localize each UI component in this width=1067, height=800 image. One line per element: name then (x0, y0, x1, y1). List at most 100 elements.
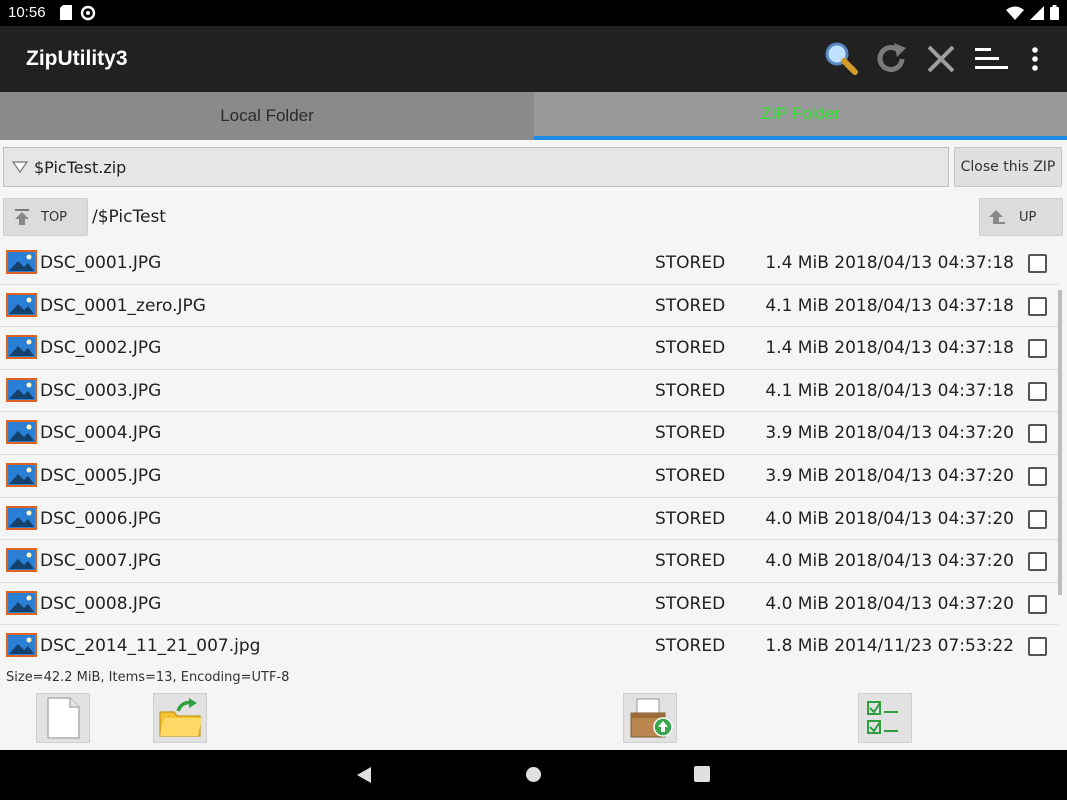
file-method: STORED (655, 508, 726, 529)
blank-document-icon (46, 697, 80, 739)
zip-file-name: $PicTest.zip (34, 157, 127, 177)
list-scrollbar[interactable] (1058, 290, 1062, 595)
list-item[interactable]: DSC_0003.JPG STORED 4.1 MiB 2018/04/13 0… (0, 370, 1058, 413)
list-item[interactable]: DSC_0006.JPG STORED 4.0 MiB 2018/04/13 0… (0, 498, 1058, 541)
file-checkbox[interactable] (1028, 254, 1047, 273)
file-name: DSC_0002.JPG (40, 338, 162, 359)
file-checkbox[interactable] (1028, 552, 1047, 572)
file-info: 4.0 MiB 2018/04/13 04:37:20 (765, 593, 1014, 614)
arrow-to-top-icon (14, 209, 30, 225)
file-name: DSC_0001.JPG (40, 253, 162, 273)
app-title: ZipUtility3 (26, 47, 128, 70)
file-checkbox[interactable] (1028, 594, 1047, 614)
status-bar: 10:56 (0, 0, 1067, 26)
file-list: DSC_0001.JPG STORED 1.4 MiB 2018/04/13 0… (0, 242, 1058, 668)
recents-icon[interactable] (694, 766, 710, 786)
status-time: 10:56 (8, 4, 46, 21)
tab-local-folder[interactable]: Local Folder (0, 92, 534, 140)
image-file-icon (6, 335, 37, 360)
image-file-icon (6, 377, 37, 402)
tab-bar: Local Folder ZIP Folder (0, 92, 1067, 140)
file-info: 4.1 MiB 2018/04/13 04:37:18 (765, 380, 1014, 401)
close-zip-button[interactable]: Close this ZIP (954, 147, 1062, 187)
image-file-icon (6, 505, 37, 530)
sort-icon[interactable] (972, 40, 1010, 78)
list-item[interactable]: DSC_0007.JPG STORED 4.0 MiB 2018/04/13 0… (0, 540, 1058, 583)
file-info: 3.9 MiB 2018/04/13 04:37:20 (765, 423, 1014, 444)
file-name: DSC_0005.JPG (40, 465, 162, 486)
current-path: /$PicTest (92, 207, 166, 227)
wifi-icon (1006, 5, 1024, 24)
package-upload-icon (627, 697, 673, 739)
file-method: STORED (655, 295, 726, 316)
list-item[interactable]: DSC_0008.JPG STORED 4.0 MiB 2018/04/13 0… (0, 583, 1058, 626)
list-item[interactable]: DSC_2014_11_21_007.jpg STORED 1.8 MiB 20… (0, 625, 1058, 668)
file-name: DSC_0001_zero.JPG (40, 295, 206, 316)
file-info: 1.8 MiB 2014/11/23 07:53:22 (765, 636, 1014, 657)
image-file-icon (6, 420, 37, 445)
file-checkbox[interactable] (1028, 466, 1047, 486)
file-method: STORED (655, 593, 726, 614)
signal-icon (1030, 5, 1044, 24)
file-checkbox[interactable] (1028, 296, 1047, 316)
arrow-up-icon (989, 209, 1005, 225)
image-file-icon (6, 462, 37, 487)
sync-icon (80, 5, 96, 25)
file-method: STORED (655, 423, 726, 444)
file-name: DSC_0006.JPG (40, 508, 162, 529)
list-item[interactable]: DSC_0005.JPG STORED 3.9 MiB 2018/04/13 0… (0, 455, 1058, 498)
file-info: 1.4 MiB 2018/04/13 04:37:18 (765, 338, 1014, 359)
top-button-label: TOP (41, 209, 68, 225)
file-info: 4.0 MiB 2018/04/13 04:37:20 (765, 508, 1014, 529)
archive-summary: Size=42.2 MiB, Items=13, Encoding=UTF-8 (6, 670, 290, 685)
file-checkbox[interactable] (1028, 509, 1047, 529)
select-all-button[interactable] (858, 693, 912, 743)
new-file-button[interactable] (36, 693, 90, 743)
app-bar: ZipUtility3 (0, 26, 1067, 92)
image-file-icon (6, 633, 37, 658)
file-checkbox[interactable] (1028, 637, 1047, 657)
sd-card-icon (60, 5, 72, 25)
close-icon[interactable] (922, 40, 960, 78)
list-item[interactable]: DSC_0004.JPG STORED 3.9 MiB 2018/04/13 0… (0, 412, 1058, 455)
file-name: DSC_2014_11_21_007.jpg (40, 636, 261, 657)
list-item[interactable]: DSC_0001.JPG STORED 1.4 MiB 2018/04/13 0… (0, 242, 1058, 285)
file-method: STORED (655, 551, 726, 572)
search-icon[interactable] (822, 40, 860, 78)
more-options-icon[interactable] (1016, 40, 1054, 78)
up-button-label: UP (1019, 209, 1037, 225)
file-checkbox[interactable] (1028, 381, 1047, 401)
image-file-icon (6, 250, 37, 274)
zip-file-dropdown[interactable]: $PicTest.zip (3, 147, 949, 187)
file-method: STORED (655, 253, 726, 273)
image-file-icon (6, 548, 37, 573)
file-method: STORED (655, 338, 726, 359)
file-name: DSC_0004.JPG (40, 423, 162, 444)
upload-package-button[interactable] (623, 693, 677, 743)
up-button[interactable]: UP (979, 198, 1063, 236)
file-checkbox[interactable] (1028, 339, 1047, 359)
chevron-down-icon (12, 161, 28, 173)
file-checkbox[interactable] (1028, 424, 1047, 444)
list-item[interactable]: DSC_0002.JPG STORED 1.4 MiB 2018/04/13 0… (0, 327, 1058, 370)
tab-label: Local Folder (220, 106, 314, 125)
image-file-icon (6, 292, 37, 317)
back-icon[interactable] (356, 766, 372, 788)
file-info: 3.9 MiB 2018/04/13 04:37:20 (765, 465, 1014, 486)
file-name: DSC_0007.JPG (40, 551, 162, 572)
file-name: DSC_0003.JPG (40, 380, 162, 401)
file-method: STORED (655, 636, 726, 657)
refresh-icon[interactable] (872, 40, 910, 78)
folder-extract-icon (158, 698, 202, 738)
top-button[interactable]: TOP (3, 198, 88, 236)
file-method: STORED (655, 465, 726, 486)
image-file-icon (6, 590, 37, 615)
file-method: STORED (655, 380, 726, 401)
system-nav-bar (0, 750, 1067, 800)
list-item[interactable]: DSC_0001_zero.JPG STORED 4.1 MiB 2018/04… (0, 285, 1058, 328)
tab-label: ZIP Folder (760, 104, 841, 123)
extract-to-folder-button[interactable] (153, 693, 207, 743)
tab-zip-folder[interactable]: ZIP Folder (534, 92, 1067, 140)
home-icon[interactable] (525, 766, 542, 787)
file-info: 4.1 MiB 2018/04/13 04:37:18 (765, 295, 1014, 316)
